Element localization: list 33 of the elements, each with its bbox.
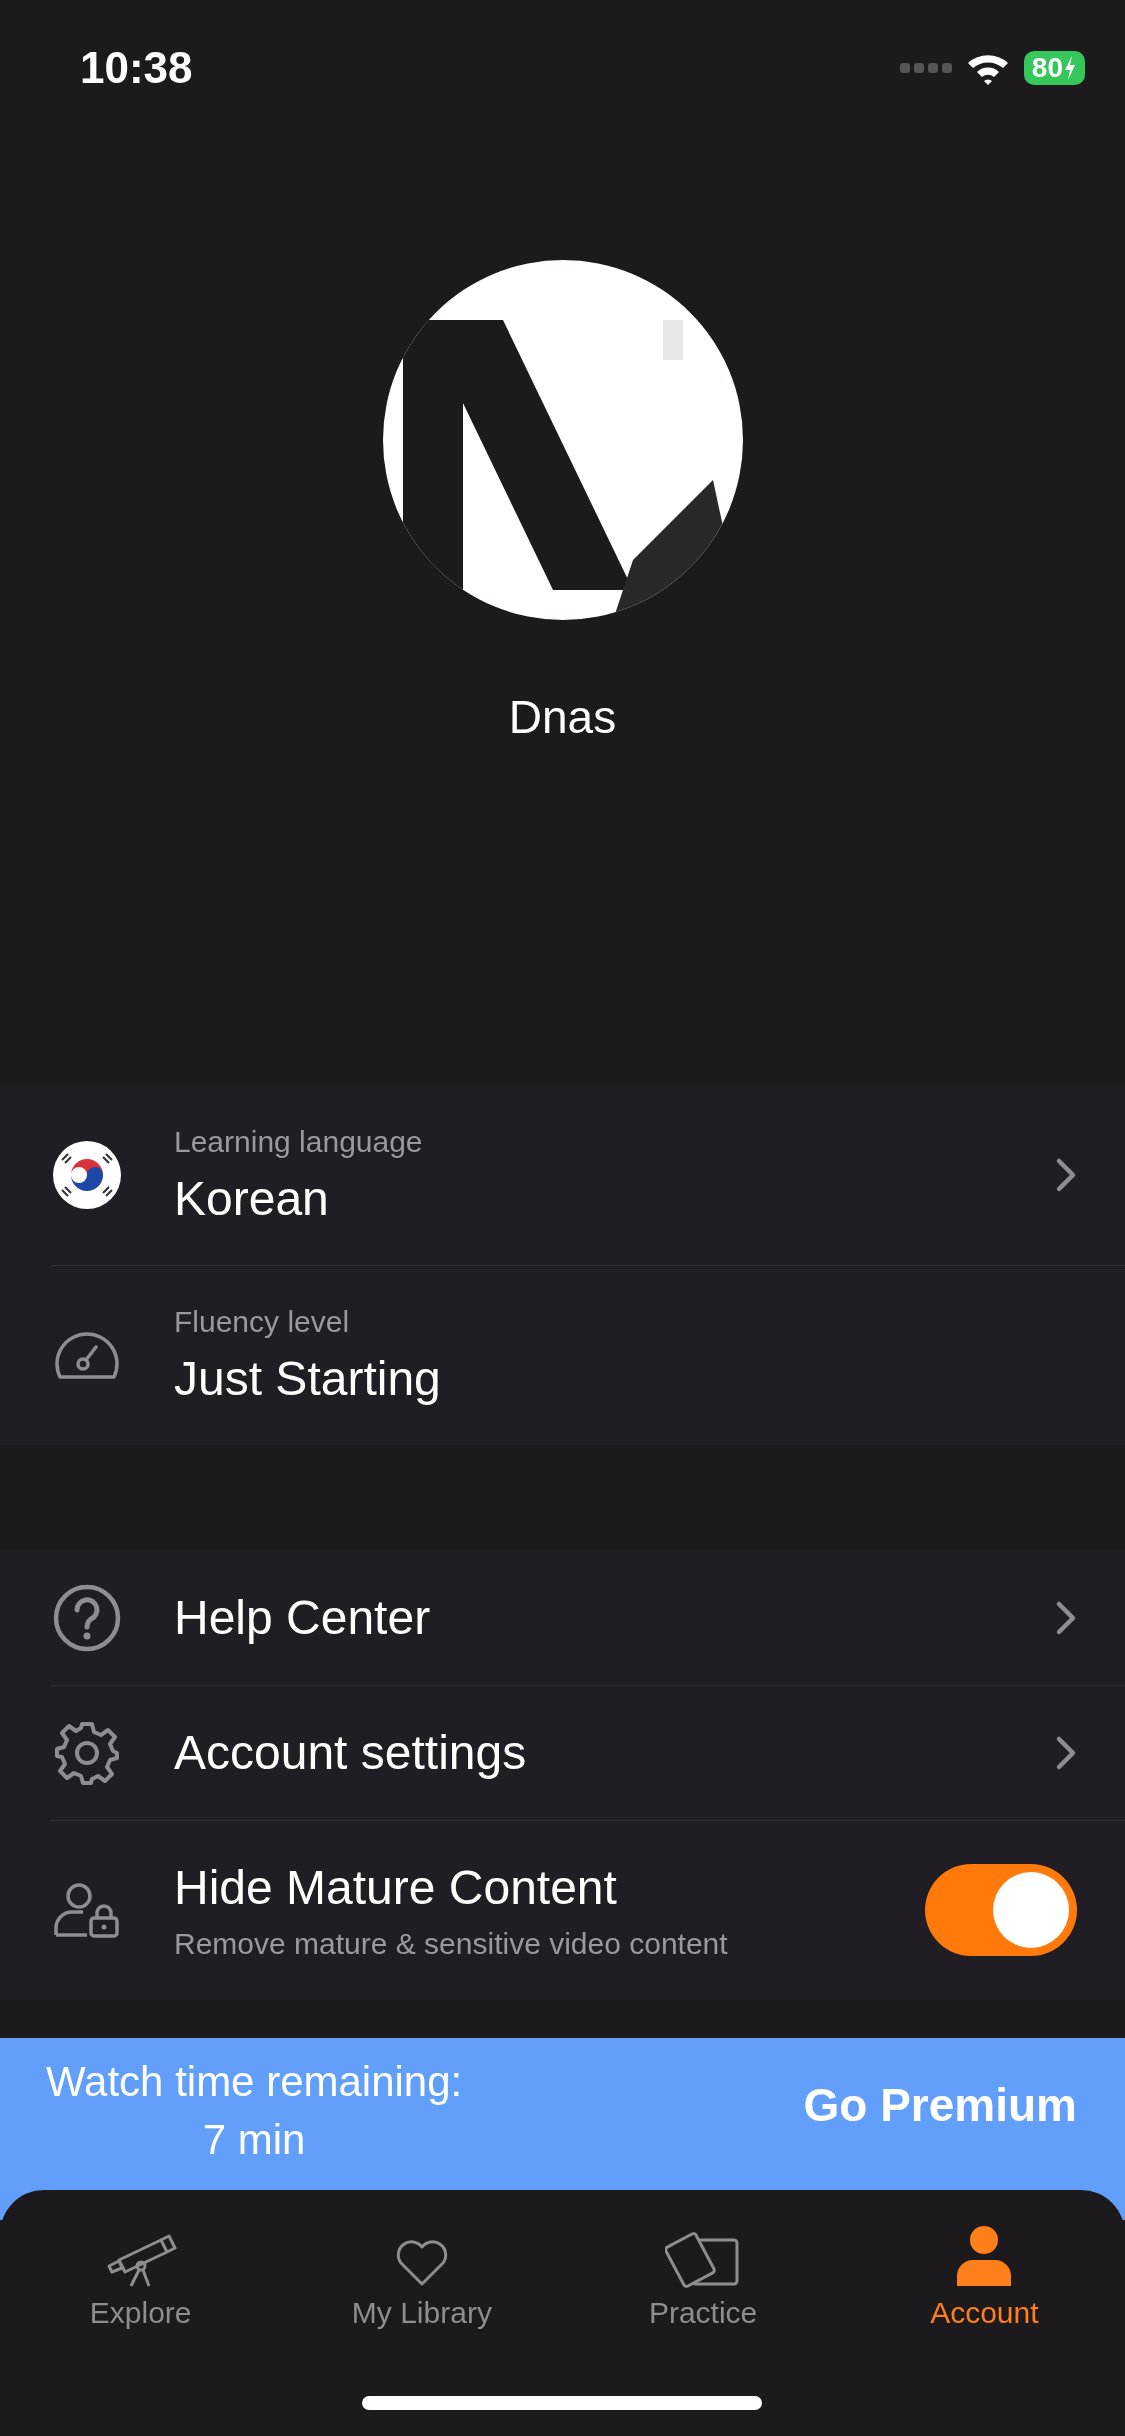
battery-icon: 80: [1023, 50, 1085, 85]
chevron-icon: [1055, 1157, 1077, 1193]
person-icon: [955, 2224, 1014, 2288]
settings-row[interactable]: Help Center: [0, 1550, 1125, 1685]
setting-title: Hide Mature Content: [174, 1859, 618, 1915]
tab[interactable]: Account: [843, 2210, 1125, 2330]
setting-value: Just Starting: [174, 1350, 442, 1406]
setting-label: Fluency level: [174, 1304, 351, 1339]
watch-time-label: Watch time remaining:: [46, 2058, 463, 2106]
status-time: 10:38: [80, 42, 193, 93]
tab[interactable]: Explore: [0, 2210, 282, 2330]
help-icon: [52, 1583, 122, 1652]
gauge-icon: [52, 1330, 122, 1380]
flag-icon: [52, 1140, 122, 1210]
setting-label: Learning language: [174, 1124, 424, 1159]
gear-icon: [52, 1719, 122, 1786]
watch-time-value: 7 min: [202, 2116, 306, 2164]
settings-row[interactable]: Account settings: [0, 1685, 1125, 1820]
tab[interactable]: Practice: [562, 2210, 844, 2330]
chevron-icon: [1055, 1599, 1077, 1636]
cards-icon: [665, 2230, 742, 2288]
signal-icon: [899, 60, 952, 75]
setting-title: Account settings: [174, 1725, 528, 1780]
setting-description: Remove mature & sensitive video content: [174, 1926, 729, 1961]
settings-row[interactable]: Hide Mature Content Remove mature & sensitive video content: [0, 1820, 1125, 2000]
setting-title: Help Center: [174, 1590, 432, 1645]
chevron-icon: [1055, 1734, 1077, 1771]
profile-name: Dnas: [508, 690, 617, 744]
settings-row[interactable]: Learning language Korean: [0, 1085, 1125, 1265]
user-lock-icon: [52, 1882, 122, 1938]
setting-value: Korean: [174, 1170, 330, 1226]
settings-row[interactable]: Fluency level Just Starting: [0, 1265, 1125, 1445]
tab[interactable]: My Library: [281, 2210, 563, 2330]
